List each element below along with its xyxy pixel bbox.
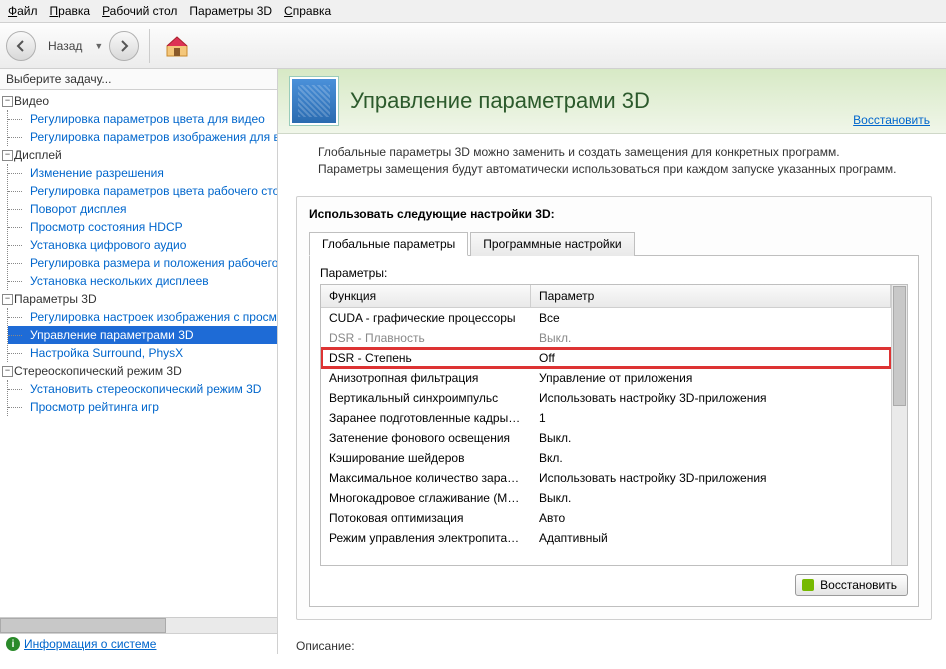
menu-file[interactable]: Файл xyxy=(8,4,38,18)
menu-edit[interactable]: Правка xyxy=(50,4,91,18)
tabs: Глобальные параметры Программные настрой… xyxy=(309,231,919,256)
task-tree[interactable]: ВидеоРегулировка параметров цвета для ви… xyxy=(0,90,277,617)
tree-item[interactable]: Настройка Surround, PhysX xyxy=(8,344,277,362)
panel-title: Использовать следующие настройки 3D: xyxy=(309,207,919,221)
grid-row[interactable]: CUDA - графические процессорыВсе xyxy=(321,308,891,328)
description-label: Описание: xyxy=(296,638,928,654)
tree-category[interactable]: Дисплей xyxy=(0,146,277,164)
forward-button[interactable] xyxy=(109,31,139,61)
content-area: Управление параметрами 3D Восстановить Г… xyxy=(278,69,946,654)
tree-item[interactable]: Установить стереоскопический режим 3D xyxy=(8,380,277,398)
grid-row[interactable]: Многокадровое сглаживание (MFAA)Выкл. xyxy=(321,488,891,508)
tab-global[interactable]: Глобальные параметры xyxy=(309,232,468,256)
restore-defaults-link[interactable]: Восстановить xyxy=(853,113,930,127)
page-title: Управление параметрами 3D xyxy=(350,88,650,114)
intro-text: Глобальные параметры 3D можно заменить и… xyxy=(278,134,946,188)
menu-help[interactable]: Справка xyxy=(284,4,331,18)
dropdown-icon[interactable]: ▼ xyxy=(94,41,103,51)
settings-panel: Использовать следующие настройки 3D: Гло… xyxy=(296,196,932,620)
info-icon: i xyxy=(6,637,20,651)
grid-row[interactable]: DSR - ПлавностьВыкл. xyxy=(321,328,891,348)
menu-3d[interactable]: Параметры 3D xyxy=(189,4,272,18)
tab-program[interactable]: Программные настройки xyxy=(470,232,634,256)
params-label: Параметры: xyxy=(320,266,908,280)
tree-item[interactable]: Установка нескольких дисплеев xyxy=(8,272,277,290)
system-info-link[interactable]: i Информация о системе xyxy=(0,633,277,654)
grid-row[interactable]: Затенение фонового освещенияВыкл. xyxy=(321,428,891,448)
tree-category[interactable]: Параметры 3D xyxy=(0,290,277,308)
back-label: Назад xyxy=(48,39,82,53)
restore-button[interactable]: Восстановить xyxy=(795,574,908,596)
settings-grid[interactable]: Функция Параметр CUDA - графические проц… xyxy=(320,284,908,566)
grid-row[interactable]: DSR - СтепеньOff xyxy=(321,348,891,368)
tree-h-scrollbar[interactable] xyxy=(0,617,277,633)
grid-v-scrollbar[interactable] xyxy=(891,285,907,565)
page-banner: Управление параметрами 3D Восстановить xyxy=(278,69,946,134)
tree-item[interactable]: Поворот дисплея xyxy=(8,200,277,218)
toolbar: Назад ▼ xyxy=(0,23,946,69)
grid-row[interactable]: Анизотропная фильтрацияУправление от при… xyxy=(321,368,891,388)
tree-item[interactable]: Установка цифрового аудио xyxy=(8,236,277,254)
tree-item[interactable]: Управление параметрами 3D xyxy=(8,326,277,344)
grid-row[interactable]: Заранее подготовленные кадры вирту...1 xyxy=(321,408,891,428)
tree-item[interactable]: Регулировка размера и положения рабочего… xyxy=(8,254,277,272)
grid-header: Функция Параметр xyxy=(321,285,891,308)
tree-category[interactable]: Стереоскопический режим 3D xyxy=(0,362,277,380)
grid-row[interactable]: Режим управления электропитаниемАдаптивн… xyxy=(321,528,891,548)
tree-item[interactable]: Изменение разрешения xyxy=(8,164,277,182)
tree-item[interactable]: Просмотр состояния HDCP xyxy=(8,218,277,236)
back-button[interactable] xyxy=(6,31,36,61)
tree-item[interactable]: Регулировка параметров цвета рабочего ст… xyxy=(8,182,277,200)
home-button[interactable] xyxy=(160,29,194,63)
grid-row[interactable]: Потоковая оптимизацияАвто xyxy=(321,508,891,528)
tree-item[interactable]: Регулировка параметров цвета для видео xyxy=(8,110,277,128)
task-header: Выберите задачу... xyxy=(0,69,277,90)
menu-desktop[interactable]: Рабочий стол xyxy=(102,4,177,18)
grid-row[interactable]: Максимальное количество заранее под...Ис… xyxy=(321,468,891,488)
menu-bar[interactable]: Файл Правка Рабочий стол Параметры 3D Сп… xyxy=(0,0,946,23)
tree-item[interactable]: Регулировка параметров изображения для в… xyxy=(8,128,277,146)
grid-row[interactable]: Вертикальный синхроимпульсИспользовать н… xyxy=(321,388,891,408)
toolbar-separator xyxy=(149,29,150,63)
tree-item[interactable]: Просмотр рейтинга игр xyxy=(8,398,277,416)
tree-category[interactable]: Видео xyxy=(0,92,277,110)
description-block: Описание: Dynamic Super Resolution (DSR)… xyxy=(278,634,946,654)
banner-3d-icon xyxy=(290,77,338,125)
grid-row[interactable]: Кэширование шейдеровВкл. xyxy=(321,448,891,468)
sidebar: Выберите задачу... ВидеоРегулировка пара… xyxy=(0,69,278,654)
tree-item[interactable]: Регулировка настроек изображения с просм… xyxy=(8,308,277,326)
